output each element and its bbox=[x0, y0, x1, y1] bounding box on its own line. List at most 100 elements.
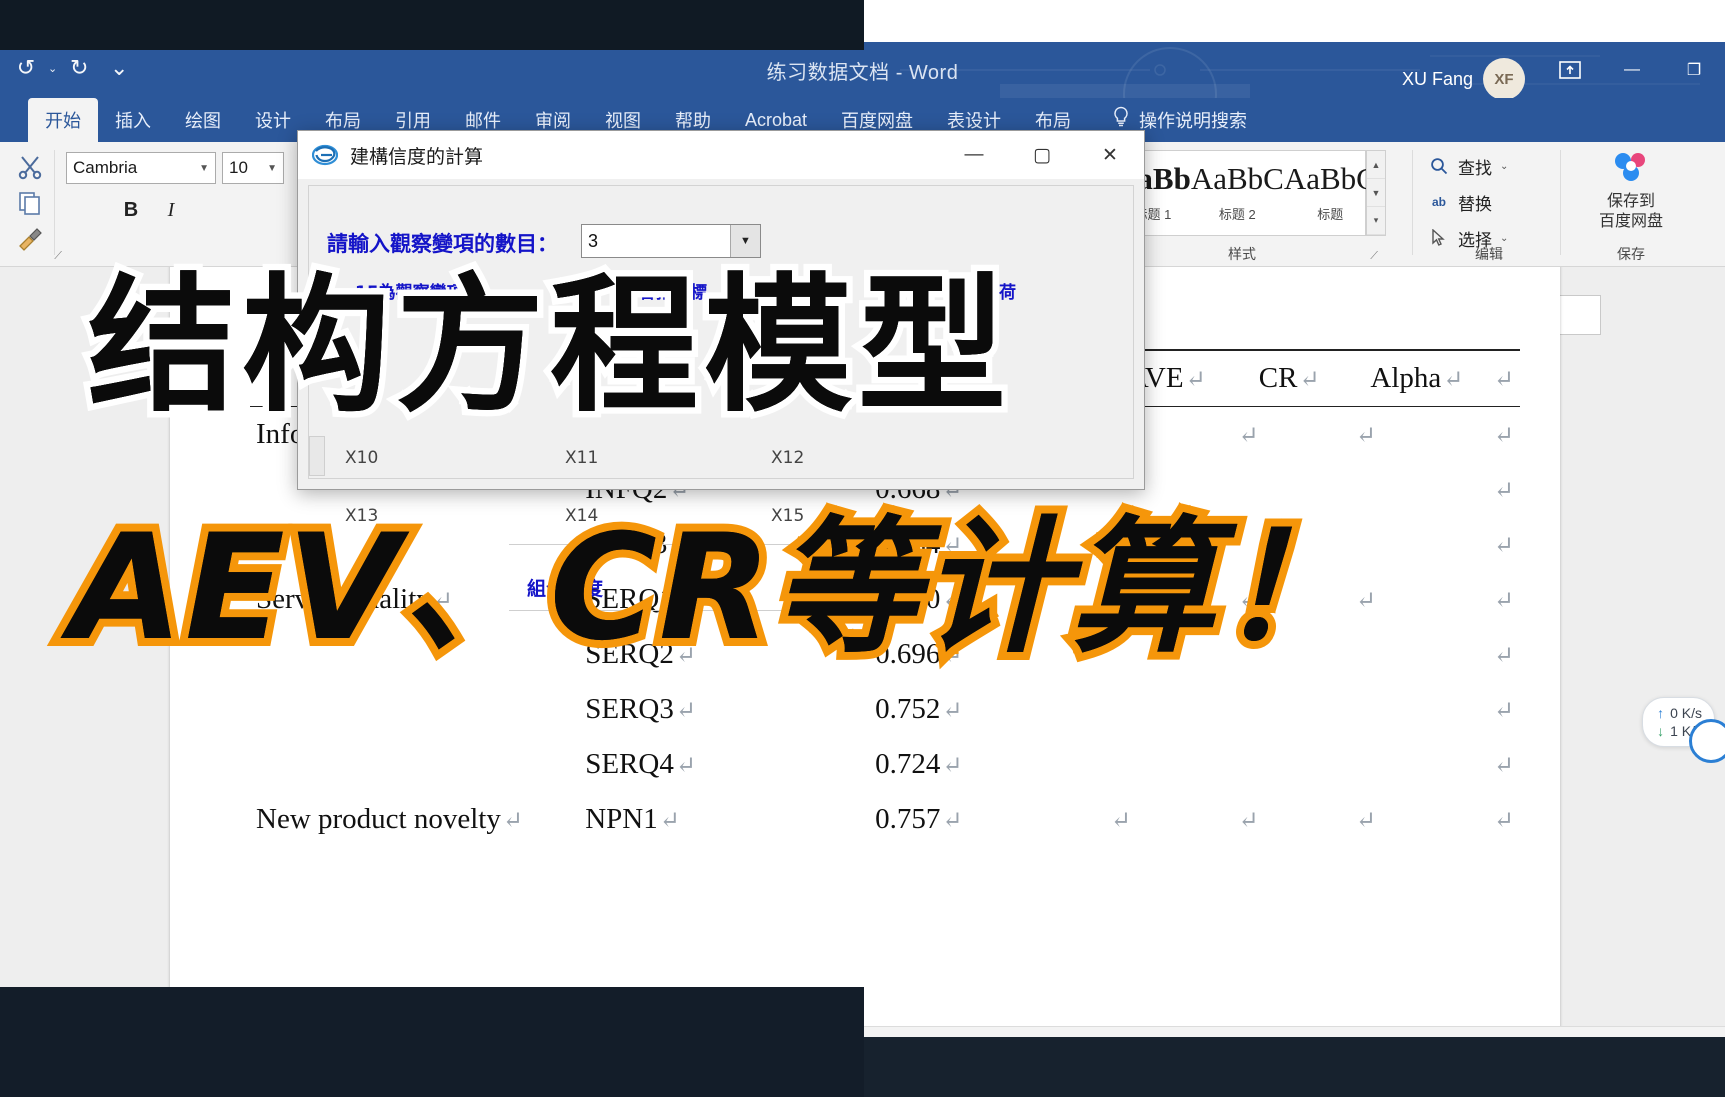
floating-assistant-button[interactable] bbox=[1689, 719, 1725, 763]
tab-draw[interactable]: 绘图 bbox=[168, 98, 238, 142]
observed-count-value: 3 bbox=[588, 230, 599, 251]
italic-button[interactable]: I bbox=[154, 194, 188, 226]
tell-me-label: 操作说明搜索 bbox=[1139, 111, 1248, 131]
cell-construct bbox=[250, 627, 579, 682]
cell-code: SERQ2↵ bbox=[579, 627, 869, 682]
ie-glyph bbox=[311, 144, 339, 166]
cell-loading: 0.724↵ bbox=[869, 737, 1103, 792]
font-family-combo[interactable]: Cambria ▼ bbox=[66, 152, 216, 184]
table-row[interactable]: SERQ4↵ 0.724↵ ↵ bbox=[250, 737, 1520, 792]
styles-gallery[interactable]: AaBb 标题 1 AaBbC 标题 2 AaBbC 标题 bbox=[1114, 150, 1377, 236]
styles-group-label: 样式 bbox=[1228, 246, 1256, 262]
magnifier-glyph bbox=[1431, 158, 1448, 175]
styles-dialog-launcher[interactable]: ⟋ bbox=[1370, 250, 1378, 263]
paragraph-mark: ↵ bbox=[1493, 588, 1514, 614]
paragraph-mark: ↵ bbox=[1443, 367, 1464, 393]
variable-label-x15: X15 bbox=[771, 506, 805, 526]
format-painter-icon[interactable] bbox=[10, 222, 50, 256]
style-item-title[interactable]: AaBbC 标题 bbox=[1284, 151, 1377, 235]
composite-reliability-label: 組合信度 bbox=[527, 578, 604, 600]
copy-icon[interactable] bbox=[10, 186, 50, 220]
paragraph-mark: ↵ bbox=[1355, 423, 1376, 449]
window-controls[interactable]: — ❐ bbox=[1539, 42, 1725, 98]
column-header-cr: CR↵ bbox=[1230, 349, 1348, 407]
ribbon-separator bbox=[1412, 150, 1413, 255]
dialog-close-button[interactable]: ✕ bbox=[1076, 131, 1144, 179]
dialog-scroll-thumb[interactable] bbox=[309, 436, 325, 476]
paragraph-mark: ↵ bbox=[675, 698, 696, 724]
ribbon-group-save: 保存到 百度网盘 保存 bbox=[1566, 142, 1696, 267]
cell-cr bbox=[1231, 737, 1348, 792]
chevron-down-icon[interactable]: ▼ bbox=[199, 163, 209, 174]
styles-scroll-down-button[interactable]: ▼ bbox=[1367, 179, 1385, 207]
replace-button[interactable]: ab 替换 bbox=[1428, 186, 1492, 218]
paragraph-mark: ↵ bbox=[942, 533, 963, 559]
account-area[interactable]: XU Fang XF bbox=[1402, 58, 1525, 98]
dialog-title-bar[interactable]: 建構信度的計算 — ▢ ✕ bbox=[298, 131, 1144, 179]
bold-button[interactable]: B bbox=[114, 194, 148, 226]
lightbulb-glyph bbox=[1114, 106, 1128, 127]
save-group-label: 保存 bbox=[1617, 246, 1645, 262]
tab-home[interactable]: 开始 bbox=[28, 98, 98, 142]
cell-cr: ↵ bbox=[1231, 792, 1348, 847]
save-button-line1: 保存到 bbox=[1606, 193, 1655, 210]
styles-scroll-up-button[interactable]: ▲ bbox=[1367, 151, 1385, 179]
dialog-divider bbox=[509, 544, 869, 545]
cell-code: SERQ3↵ bbox=[579, 682, 869, 737]
cell-loading: 0.696↵ bbox=[869, 627, 1103, 682]
chevron-down-icon[interactable]: ▼ bbox=[730, 225, 760, 257]
paragraph-mark: ↵ bbox=[669, 533, 690, 559]
ribbon-display-options-icon[interactable] bbox=[1539, 42, 1601, 98]
video-top-letterbox bbox=[0, 0, 864, 50]
table-row[interactable]: INFQ3↵ 0.584↵ ↵ bbox=[250, 517, 1520, 572]
cell-alpha bbox=[1348, 682, 1486, 737]
find-button[interactable]: 查找 ⌄ bbox=[1428, 150, 1508, 182]
table-row[interactable]: Service quality↵ SERQ1↵ 0.720↵ ↵ ↵ ↵ ↵ bbox=[250, 572, 1520, 627]
table-row[interactable]: SERQ3↵ 0.752↵ ↵ bbox=[250, 682, 1520, 737]
dialog-maximize-button[interactable]: ▢ bbox=[1008, 131, 1076, 179]
dialog-minimize-button[interactable]: — bbox=[940, 131, 1008, 179]
search-icon bbox=[1428, 157, 1450, 175]
cell-text: 0.757 bbox=[875, 803, 941, 835]
observed-count-combo[interactable]: 3 ▼ bbox=[581, 224, 761, 258]
variable-label-x13: X13 bbox=[345, 506, 379, 526]
cell-cr bbox=[1231, 682, 1348, 737]
style-item-heading2[interactable]: AaBbC 标题 2 bbox=[1191, 151, 1284, 235]
dialog-window-controls[interactable]: — ▢ ✕ bbox=[940, 131, 1144, 179]
upload-speed-value: 0 K/s bbox=[1670, 705, 1702, 721]
font-size-combo[interactable]: 10 ▼ bbox=[222, 152, 284, 184]
cell-ave bbox=[1103, 682, 1231, 737]
cell-text: 0.696 bbox=[875, 638, 941, 670]
baidu-netdisk-icon bbox=[1608, 148, 1654, 188]
upload-arrow-icon: ↑ bbox=[1657, 705, 1665, 721]
video-bottom-letterbox-right bbox=[864, 1037, 1725, 1097]
table-row[interactable]: SERQ2↵ 0.696↵ ↵ bbox=[250, 627, 1520, 682]
cell-code: SERQ1↵ bbox=[579, 572, 869, 627]
cell-text: 0.584 bbox=[875, 528, 941, 560]
cell-alpha: ↵ bbox=[1348, 792, 1486, 847]
styles-gallery-scrollbar[interactable]: ▲ ▼ ▾ bbox=[1366, 150, 1386, 236]
paragraph-mark: ↵ bbox=[1238, 588, 1259, 614]
download-arrow-icon: ↓ bbox=[1657, 723, 1665, 739]
chevron-down-icon[interactable]: ▼ bbox=[267, 163, 277, 174]
restore-button[interactable]: ❐ bbox=[1663, 42, 1725, 98]
paragraph-mark: ↵ bbox=[1110, 588, 1131, 614]
paragraph-mark: ↵ bbox=[1493, 808, 1514, 834]
cut-icon[interactable] bbox=[10, 150, 50, 184]
paragraph-mark: ↵ bbox=[1493, 533, 1514, 559]
dialog-body: 請輸入觀察變項的數目： 3 ▼ 15為觀察變項 各指標標 荷 X10 X11 X… bbox=[308, 185, 1134, 611]
variable-label-x14: X14 bbox=[565, 506, 599, 526]
cell-text: SERQ2 bbox=[585, 638, 674, 670]
chevron-down-icon[interactable]: ⌄ bbox=[1500, 233, 1508, 244]
minimize-button[interactable]: — bbox=[1601, 42, 1663, 98]
reliability-dialog[interactable]: 建構信度的計算 — ▢ ✕ 請輸入觀察變項的數目： 3 ▼ 15為觀察變項 各指… bbox=[297, 130, 1145, 611]
save-to-baidu-button[interactable]: 保存到 百度网盘 bbox=[1566, 148, 1696, 232]
tab-insert[interactable]: 插入 bbox=[98, 98, 168, 142]
styles-more-button[interactable]: ▾ bbox=[1367, 207, 1385, 235]
table-row[interactable]: New product novelty↵ NPN1↵ 0.757↵ ↵ ↵ ↵ … bbox=[250, 792, 1520, 847]
cell-cr bbox=[1231, 517, 1348, 572]
cell-text: SERQ3 bbox=[585, 693, 674, 725]
ribbon-separator bbox=[1560, 150, 1561, 255]
avatar[interactable]: XF bbox=[1483, 58, 1525, 98]
chevron-down-icon[interactable]: ⌄ bbox=[1500, 161, 1508, 172]
